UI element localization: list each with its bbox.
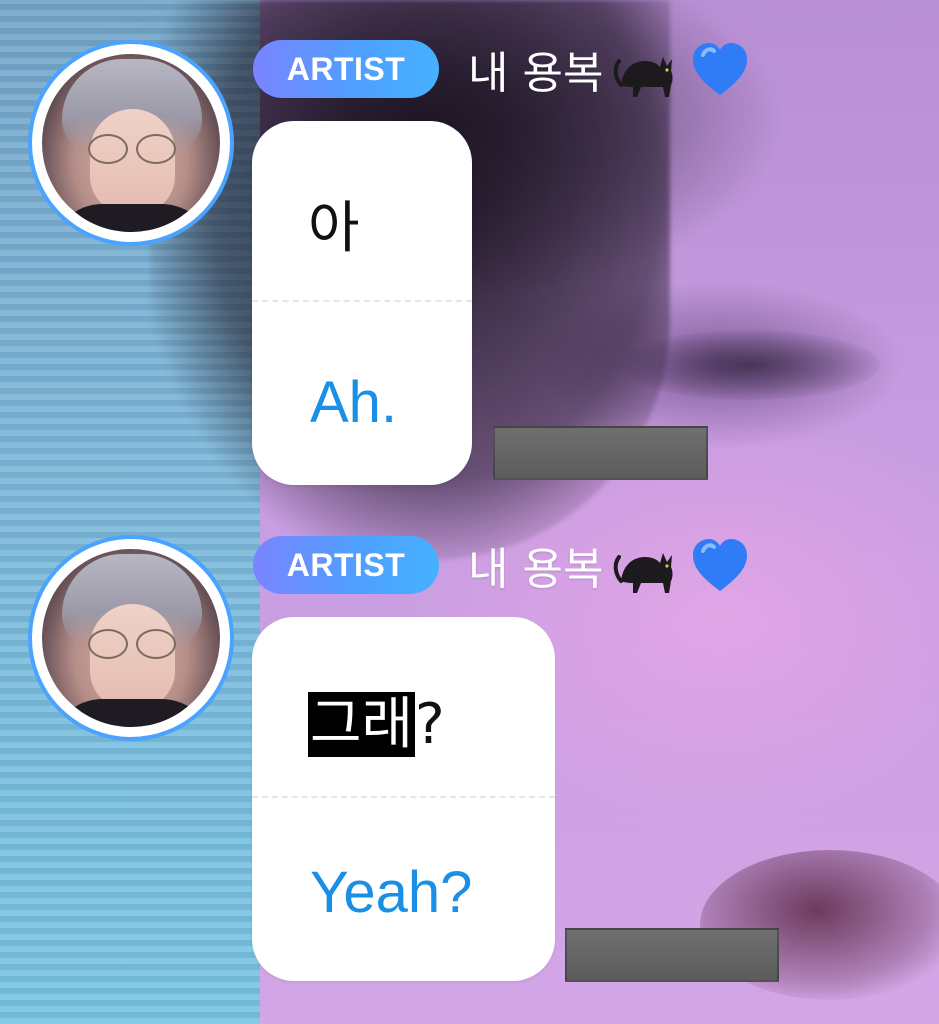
artist-badge: ARTIST (253, 40, 439, 98)
avatar-photo (42, 54, 220, 232)
avatar-shirt (52, 699, 212, 727)
message-bubble[interactable]: 아 Ah. (252, 121, 472, 485)
highlighted-word: 그래 (308, 692, 416, 757)
avatar-glasses (82, 629, 182, 661)
message-bubble[interactable]: 그래? Yeah? (252, 617, 555, 981)
translation-divider (252, 300, 472, 302)
sender-name-row: 내 용복 (468, 535, 751, 595)
sender-name: 내 용복 (468, 48, 604, 99)
avatar[interactable] (28, 40, 234, 246)
translation-divider (252, 796, 555, 798)
avatar[interactable] (28, 535, 234, 741)
avatar-photo (42, 549, 220, 727)
avatar-shirt (52, 204, 212, 232)
sender-name: 내 용복 (468, 544, 604, 595)
question-mark: ? (415, 692, 445, 757)
cat-icon (611, 39, 681, 99)
message-english-translation: Ah. (310, 370, 398, 435)
redacted-timestamp (493, 426, 708, 480)
artist-badge: ARTIST (253, 536, 439, 594)
message-english-translation: Yeah? (310, 860, 473, 925)
message-korean-text: 그래? (308, 679, 445, 760)
avatar-glasses (82, 134, 182, 166)
sender-name-row: 내 용복 (468, 39, 751, 99)
background-eye-shadow (620, 330, 880, 400)
blue-heart-icon (689, 535, 751, 595)
redacted-timestamp (565, 928, 779, 982)
blue-heart-icon (689, 39, 751, 99)
cat-icon (611, 535, 681, 595)
message-korean-text: 아 (308, 196, 360, 261)
